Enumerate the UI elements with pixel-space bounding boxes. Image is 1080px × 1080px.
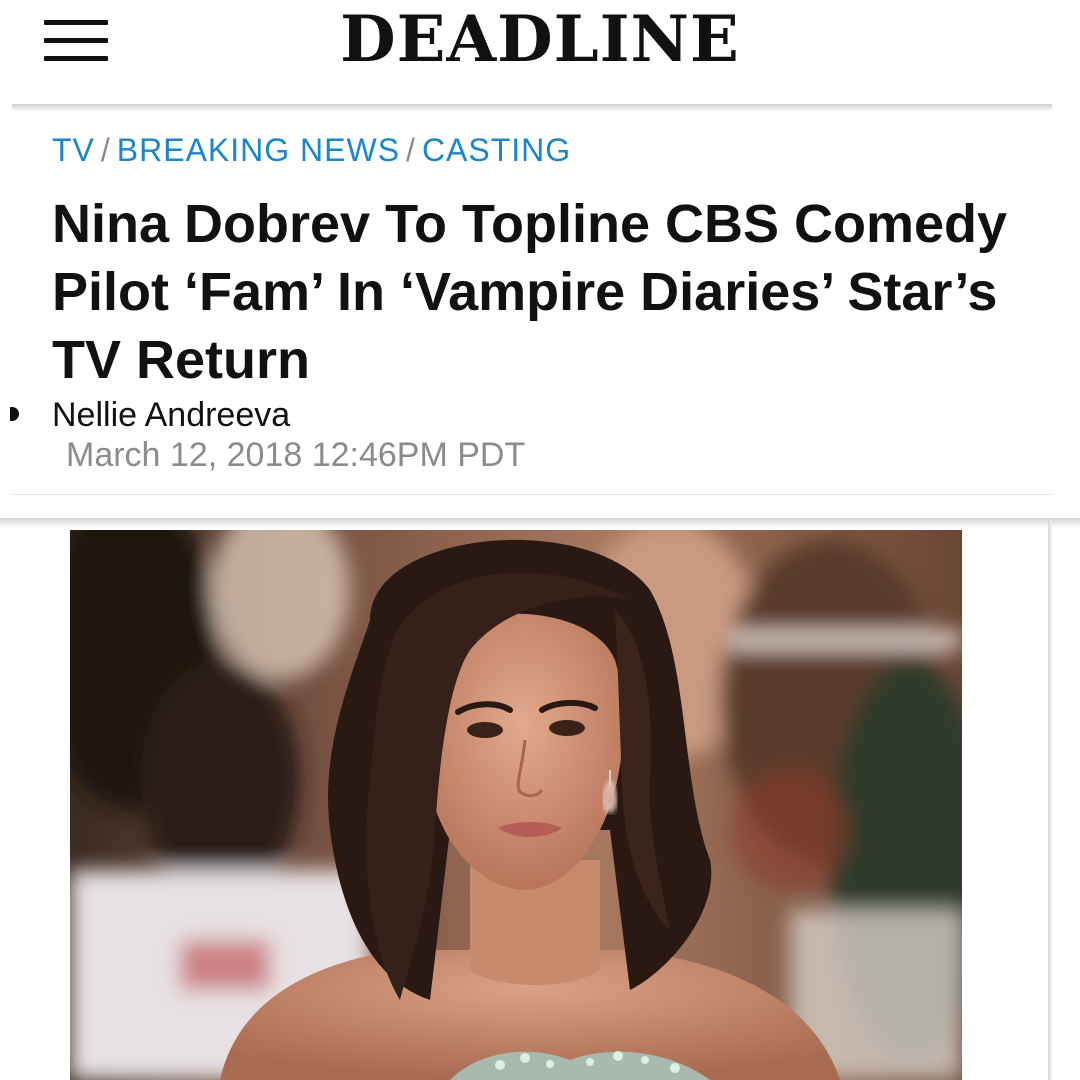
portrait-photo-illustration — [70, 530, 962, 1080]
breadcrumb-tv[interactable]: TV — [52, 132, 95, 168]
divider — [12, 494, 1052, 495]
article-headline: Nina Dobrev To Topline CBS Comedy Pilot … — [52, 194, 1008, 390]
breadcrumb-casting[interactable]: CASTING — [422, 132, 571, 168]
breadcrumb-separator: / — [100, 132, 111, 168]
breadcrumb: TV / BREAKING NEWS / CASTING — [52, 130, 571, 170]
breadcrumb-separator: / — [406, 132, 416, 168]
article-page: DEADLINE TV / BREAKING NEWS / CASTING Nina D… — [0, 0, 1080, 1080]
bullet-icon — [10, 407, 19, 421]
card-top-shadow — [12, 104, 1052, 112]
card-right-edge — [1048, 520, 1052, 1080]
card-bottom-shadow — [0, 518, 1080, 528]
author-link[interactable]: Nellie Andreeva — [52, 394, 290, 436]
breadcrumb-breaking-news[interactable]: BREAKING NEWS — [117, 132, 400, 168]
top-nav-bar: DEADLINE — [0, 0, 1080, 108]
publish-date: March 12, 2018 12:46PM PDT — [66, 436, 526, 474]
site-logo[interactable]: DEADLINE — [0, 2, 1080, 78]
article-hero-image[interactable] — [70, 530, 962, 1080]
